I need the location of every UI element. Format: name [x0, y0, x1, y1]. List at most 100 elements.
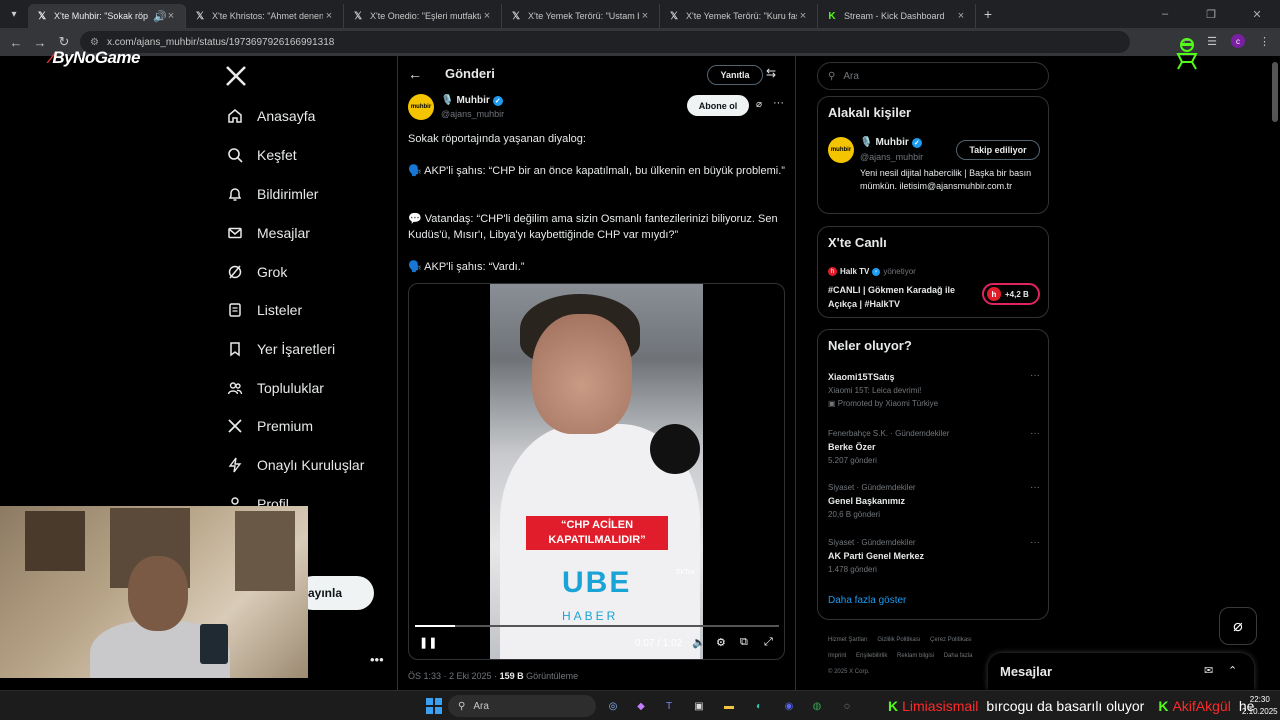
close-tab-icon[interactable]: × [955, 10, 967, 22]
footer-link[interactable]: Erişilebilirlik [856, 653, 887, 659]
new-message-icon[interactable]: ✉ [1204, 664, 1213, 677]
close-tab-icon[interactable]: × [639, 10, 651, 22]
close-tab-icon[interactable]: × [323, 10, 335, 22]
browser-tab-5[interactable]: K Stream - Kick Dashboard × [818, 4, 976, 28]
file-explorer-icon[interactable]: ▬ [720, 697, 738, 715]
page-scrollbar[interactable] [1272, 62, 1278, 122]
trend-more-icon[interactable]: ··· [1030, 482, 1040, 493]
footer-link[interactable]: Reklam bilgisi [897, 653, 934, 659]
author-handle[interactable]: @ajans_muhbir [441, 109, 504, 119]
card-title: Neler oluyor? [828, 338, 912, 353]
back-arrow-icon[interactable]: ← [408, 66, 422, 82]
maximize-icon[interactable]: ❐ [1188, 8, 1234, 21]
nav-item-bookmarks[interactable]: Yer İşaretleri [226, 334, 335, 364]
footer-link[interactable]: Daha fazla [944, 653, 973, 659]
nav-item-explore[interactable]: Keşfet [226, 140, 297, 170]
footer-link[interactable]: Çerez Politikası [930, 637, 972, 643]
trend-more-icon[interactable]: ··· [1030, 537, 1040, 548]
speaker-icon[interactable]: 🔊 [153, 10, 167, 23]
settings-gear-icon[interactable]: ⚙ [716, 636, 726, 649]
subscribe-button[interactable]: Abone ol [687, 95, 749, 116]
mic-emoji-icon: 🎙️ [860, 137, 873, 148]
search-input[interactable]: ⚲ Ara [817, 62, 1049, 90]
browser-tab-0[interactable]: 𝕏 X'te Muhbir: "Sokak röp 🔊 × [28, 4, 186, 28]
minimize-icon[interactable]: – [1142, 8, 1188, 20]
trend-item[interactable]: Xiaomi15TSatış Xiaomi 15T: Leica devrimi… [828, 370, 1040, 410]
store-icon[interactable]: ▣ [690, 697, 708, 715]
trend-item[interactable]: Siyaset · Gündemdekiler AK Parti Genel M… [828, 537, 1040, 577]
related-avatar[interactable]: muhbir [828, 137, 854, 163]
taskbar-search[interactable]: ⚲ Ara [448, 695, 596, 717]
site-info-icon[interactable]: ⚙ [90, 37, 99, 48]
video-progress-bar[interactable] [415, 625, 779, 627]
edge-copilot-icon[interactable]: ◎ [604, 697, 622, 715]
following-button[interactable]: Takip ediliyor [956, 140, 1040, 160]
live-listeners-pill[interactable]: h +4,2 B [982, 283, 1040, 305]
system-clock[interactable]: 22:30 2.10.2025 [1242, 694, 1278, 718]
browser-tab-2[interactable]: 𝕏 X'te Onedio: "Eşleri mutfakta ye × [344, 4, 502, 28]
edge-icon[interactable]: ◐ [750, 697, 768, 715]
chrome-icon[interactable]: ◍ [808, 697, 826, 715]
x-logo-icon[interactable] [224, 64, 248, 88]
live-stream-title[interactable]: #CANLI | Gökmen Karadağ ile Açıkça | #Ha… [828, 283, 978, 311]
copilot-icon[interactable]: ◆ [632, 697, 650, 715]
nav-item-grok[interactable]: Grok [226, 257, 287, 287]
browser-tab-3[interactable]: 𝕏 X'te Yemek Terörü: "Ustam bu p × [502, 4, 660, 28]
picture-in-picture-icon[interactable]: ⧉ [740, 636, 748, 649]
trend-item[interactable]: Siyaset · Gündemdekiler Genel Başkanımız… [828, 482, 1040, 522]
messages-drawer[interactable]: Mesajlar ✉ ⌃ [988, 653, 1254, 690]
teams-icon[interactable]: T [660, 697, 678, 715]
nav-item-premium[interactable]: Premium [226, 411, 313, 441]
close-tab-icon[interactable]: × [165, 10, 177, 22]
volume-icon[interactable]: 🔈 [692, 636, 706, 649]
related-name[interactable]: 🎙️ Muhbir ✓ [860, 137, 922, 148]
video-frame[interactable]: “CHP ACİLEN KAPATILMALIDIR” TikTok UBE H… [490, 284, 703, 659]
nav-item-messages[interactable]: Mesajlar [226, 218, 310, 248]
post-timestamp[interactable]: ÖS 1:33 · 2 Eki 2025 · [408, 671, 497, 681]
expand-icon[interactable]: ⌃ [1228, 664, 1237, 677]
nav-item-notifications[interactable]: Bildirimler [226, 179, 318, 209]
communities-icon [226, 379, 244, 397]
post-more-icon[interactable]: ··· [773, 97, 784, 109]
related-handle[interactable]: @ajans_muhbir [860, 152, 923, 162]
close-tab-icon[interactable]: × [797, 10, 809, 22]
new-tab-icon[interactable]: + [976, 6, 1000, 22]
trend-item[interactable]: Fenerbahçe S.K. · Gündemdekiler Berke Öz… [828, 428, 1040, 468]
grok-fab-icon[interactable]: ⌀ [1219, 607, 1257, 645]
browser-tab-4[interactable]: 𝕏 X'te Yemek Terörü: "Kuru fasülye × [660, 4, 818, 28]
fullscreen-icon[interactable]: ⤢ [764, 636, 773, 649]
video-brand-bottom: HABER [562, 609, 619, 623]
live-host[interactable]: h Halk TV ✓ yönetiyor [828, 267, 916, 276]
pause-icon[interactable]: ❚❚ [419, 636, 437, 649]
nav-item-lists[interactable]: Listeler [226, 295, 302, 325]
settings-sliders-icon[interactable]: ⇆ [766, 66, 776, 80]
obs-icon[interactable]: ◌ [838, 697, 856, 715]
account-more-icon[interactable]: ••• [370, 652, 384, 667]
footer-link[interactable]: Hizmet Şartları [828, 637, 868, 643]
close-tab-icon[interactable]: × [481, 10, 493, 22]
trend-more-icon[interactable]: ··· [1030, 428, 1040, 439]
menu-icon[interactable]: ⋮ [1259, 35, 1270, 48]
back-icon[interactable]: ← [4, 35, 28, 50]
nav-item-verified-orgs[interactable]: Onaylı Kuruluşlar [226, 450, 364, 480]
browser-tab-1[interactable]: 𝕏 X'te Khristos: "Ahmet denen Ak × [186, 4, 344, 28]
video-player[interactable]: “CHP ACİLEN KAPATILMALIDIR” TikTok UBE H… [408, 283, 785, 660]
discord-icon[interactable]: ◉ [780, 697, 798, 715]
author-name[interactable]: 🎙️ Muhbir ✓ [441, 95, 503, 106]
nav-item-home[interactable]: Anasayfa [226, 101, 315, 131]
show-more-link[interactable]: Daha fazla göster [828, 595, 906, 606]
close-window-icon[interactable]: ✕ [1234, 8, 1280, 21]
footer-link[interactable]: Imprint [828, 653, 846, 659]
tab-search-icon[interactable]: ▾ [0, 0, 28, 28]
footer-link[interactable]: Gizlilik Politikası [877, 637, 920, 643]
author-avatar[interactable]: muhbir [408, 94, 434, 120]
trend-more-icon[interactable]: ··· [1030, 370, 1040, 381]
windows-start-icon[interactable] [426, 698, 442, 714]
grok-explain-icon[interactable]: ⌀ [756, 99, 762, 110]
nav-item-communities[interactable]: Topluluklar [226, 373, 324, 403]
forward-icon[interactable]: → [28, 35, 52, 50]
reply-button[interactable]: Yanıtla [707, 65, 763, 85]
url-input[interactable]: ⚙ x.com/ajans_muhbir/status/197369792616… [80, 31, 1130, 53]
extensions-icon[interactable]: ☰ [1207, 35, 1217, 48]
profile-avatar[interactable]: c [1231, 34, 1245, 48]
